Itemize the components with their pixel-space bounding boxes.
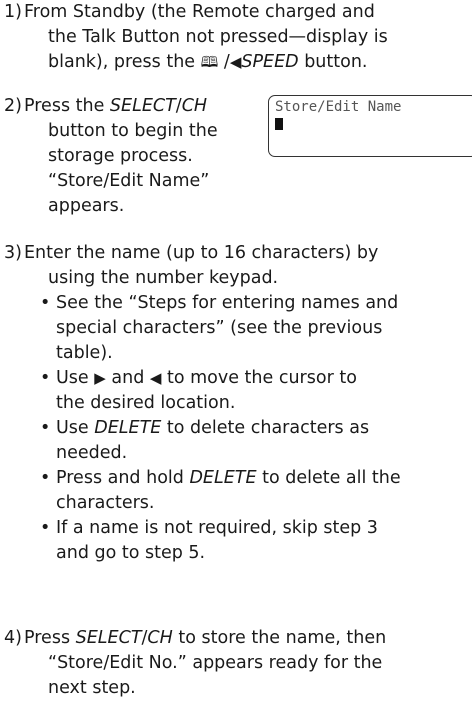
left-arrow-icon: ◀ <box>149 369 162 387</box>
step-text-line: storage process. <box>48 146 193 166</box>
step-text-line: using the number keypad. <box>48 268 279 288</box>
text-fragment: Press the <box>24 96 110 116</box>
phone-book-icon: 🕮 <box>200 53 219 71</box>
step-text-line: From Standby (the Remote charged and <box>24 2 375 22</box>
bullet-text-line: If a name is not required, skip step 3 <box>56 518 378 538</box>
step-text-line: “Store/Edit No.” appears ready for the <box>48 653 383 673</box>
step-text-line: the Talk Button not pressed—display is <box>48 27 388 47</box>
bullet-text-line: Use ▶ and ◀ to move the cursor to <box>56 366 401 391</box>
bullet-text-line: Use DELETE to delete characters as <box>56 416 401 441</box>
step-text-line: button to begin the <box>48 121 218 141</box>
step-text-line: next step. <box>48 678 136 698</box>
bullet-text-line: the desired location. <box>56 393 236 413</box>
bullet-list: See the “Steps for entering names and sp… <box>0 291 401 566</box>
step-text-line: Press SELECT/CH to store the name, then <box>24 626 386 651</box>
bullet-text-line: special characters” (see the previous <box>56 318 383 338</box>
text-fragment: Use <box>56 368 95 388</box>
step-number: 2) <box>4 96 22 116</box>
bullet-item: Press and hold DELETE to delete all the … <box>36 466 401 516</box>
text-fragment: blank), press the <box>48 52 201 72</box>
speed-button-label: SPEED <box>241 52 299 72</box>
step-number: 1) <box>4 2 22 22</box>
lcd-cursor <box>275 118 283 130</box>
text-fragment: to delete characters as <box>161 418 370 438</box>
step-text-line: blank), press the 🕮 /◀SPEED button. <box>48 50 388 75</box>
text-fragment: Press <box>24 628 76 648</box>
lcd-display: Store/Edit Name <box>268 95 472 157</box>
step-text-line: appears. <box>48 196 125 216</box>
right-arrow-icon: ▶ <box>94 369 106 387</box>
step-text-line: Enter the name (up to 16 characters) by <box>24 243 379 263</box>
text-fragment: Use <box>56 418 95 438</box>
text-fragment: and <box>105 368 150 388</box>
step-1: 1) From Standby (the Remote charged and … <box>0 0 388 75</box>
select-button-label: SELECT <box>75 628 142 648</box>
step-4: 4) Press SELECT/CH to store the name, th… <box>0 626 386 701</box>
bullet-item: See the “Steps for entering names and sp… <box>36 291 401 366</box>
step-text-line: “Store/Edit Name” <box>48 171 210 191</box>
bullet-item: Use ▶ and ◀ to move the cursor to the de… <box>36 366 401 416</box>
step-number: 3) <box>4 243 22 263</box>
ch-button-label: CH <box>181 96 208 116</box>
delete-button-label: DELETE <box>189 468 257 488</box>
step-3: 3) Enter the name (up to 16 characters) … <box>0 241 401 566</box>
bullet-text-line: table). <box>56 343 113 363</box>
manual-page: 1) From Standby (the Remote charged and … <box>0 0 472 703</box>
text-fragment: to store the name, then <box>172 628 387 648</box>
bullet-item: If a name is not required, skip step 3 a… <box>36 516 401 566</box>
step-text-line: Press the SELECT/CH <box>24 94 218 119</box>
bullet-text-line: and go to step 5. <box>56 543 206 563</box>
bullet-text-line: See the “Steps for entering names and <box>56 293 399 313</box>
text-fragment: to move the cursor to <box>161 368 357 388</box>
left-arrow-icon: ◀ <box>229 53 242 71</box>
bullet-item: Use DELETE to delete characters as neede… <box>36 416 401 466</box>
ch-button-label: CH <box>147 628 173 648</box>
bullet-text-line: needed. <box>56 443 128 463</box>
text-fragment: button. <box>298 52 368 72</box>
bullet-text-line: characters. <box>56 493 155 513</box>
delete-button-label: DELETE <box>94 418 162 438</box>
select-button-label: SELECT <box>109 96 176 116</box>
text-fragment: to delete all the <box>256 468 401 488</box>
text-fragment: Press and hold <box>56 468 190 488</box>
step-number: 4) <box>4 628 22 648</box>
lcd-text: Store/Edit Name <box>275 99 402 115</box>
step-2: 2) Press the SELECT/CH button to begin t… <box>0 94 218 219</box>
bullet-text-line: Press and hold DELETE to delete all the <box>56 466 401 491</box>
